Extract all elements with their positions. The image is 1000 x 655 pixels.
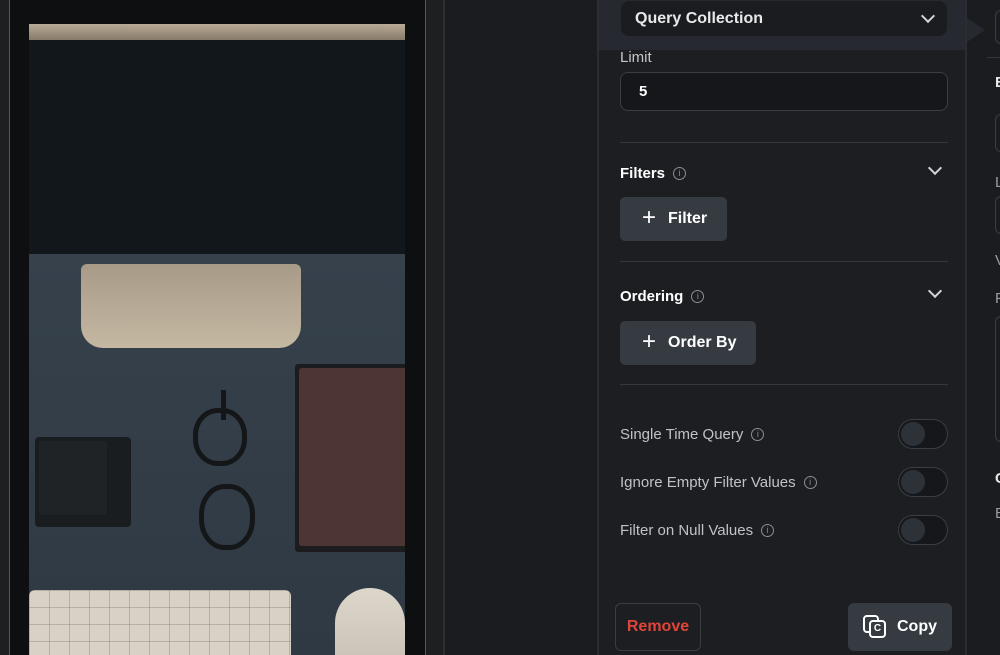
divider: [987, 57, 1000, 58]
copy-button[interactable]: C Copy: [848, 603, 952, 651]
plus-icon: +: [642, 328, 657, 355]
mouse: [335, 588, 405, 655]
info-icon[interactable]: i: [803, 475, 817, 489]
truncated-label: E: [995, 74, 1000, 91]
collapsed-field[interactable]: [995, 114, 1000, 152]
toggle-row-single-time-query: Single Time Query i: [620, 419, 948, 449]
ordering-title: Ordering: [620, 288, 684, 305]
monitor-edge: [29, 24, 405, 40]
toggle-label: Single Time Query: [620, 425, 744, 443]
truncated-label: L: [995, 174, 1000, 191]
filters-title: Filters: [620, 165, 666, 182]
toggle-knob: [901, 422, 925, 446]
collapsed-field[interactable]: [995, 196, 1000, 234]
single-time-query-toggle[interactable]: [898, 419, 948, 449]
divider: [620, 142, 948, 143]
truncated-label: C: [995, 470, 1000, 487]
panel-header: Query Collection: [599, 0, 965, 50]
remove-button[interactable]: Remove: [615, 603, 701, 651]
limit-input[interactable]: 5: [620, 72, 948, 111]
plus-icon: +: [642, 204, 657, 231]
truncated-label: V: [995, 252, 1000, 269]
info-icon[interactable]: i: [751, 427, 765, 441]
toggle-knob: [901, 518, 925, 542]
limit-label: Limit: [620, 49, 652, 66]
toggle-row-filter-on-null-values: Filter on Null Values i: [620, 515, 948, 545]
copy-icon: C: [863, 615, 887, 639]
filters-section-title[interactable]: Filters i: [620, 165, 687, 182]
truncated-label: E: [995, 505, 1000, 522]
right-side-panel: E L V P C E: [967, 0, 1000, 655]
spacer-area: [445, 0, 597, 655]
glasses: [187, 390, 259, 580]
monitor-screen: [29, 40, 405, 254]
chevron-down-icon[interactable]: [927, 283, 943, 299]
chevron-down-icon[interactable]: [927, 160, 943, 176]
monitor-stand: [81, 264, 301, 348]
truncated-label: P: [995, 290, 1000, 307]
add-order-by-button[interactable]: + Order By: [620, 321, 757, 365]
limit-value: 5: [639, 83, 648, 100]
info-icon[interactable]: i: [673, 167, 687, 180]
preview-image: [29, 24, 405, 655]
query-type-value: Query Collection: [635, 9, 764, 27]
query-properties-panel: Query Collection Limit 5 Filters i + Fil…: [597, 0, 967, 655]
pointer-arrow: [967, 18, 985, 42]
info-icon[interactable]: i: [761, 523, 775, 537]
ordering-section-title[interactable]: Ordering i: [620, 288, 705, 305]
app-root: Query Collection Limit 5 Filters i + Fil…: [0, 0, 1000, 655]
query-type-dropdown[interactable]: Query Collection: [621, 1, 947, 36]
speaker-cube: [35, 437, 131, 527]
toggle-label: Filter on Null Values: [620, 521, 754, 539]
chevron-down-icon: [920, 8, 936, 24]
ignore-empty-filter-values-toggle[interactable]: [898, 467, 948, 497]
add-filter-button[interactable]: + Filter: [620, 197, 728, 241]
toggle-knob: [901, 470, 925, 494]
divider: [620, 261, 948, 262]
divider: [620, 384, 948, 385]
copy-label: Copy: [897, 618, 937, 635]
keyboard: [29, 590, 291, 655]
collapsed-field[interactable]: [995, 10, 1000, 44]
filter-on-null-values-toggle[interactable]: [898, 515, 948, 545]
add-filter-label: Filter: [668, 210, 708, 227]
collapsed-field[interactable]: [995, 316, 1000, 442]
order-by-label: Order By: [668, 334, 737, 351]
notebook: [295, 364, 405, 552]
toggle-row-ignore-empty-filter-values: Ignore Empty Filter Values i: [620, 467, 948, 497]
toggle-label: Ignore Empty Filter Values: [620, 473, 796, 491]
info-icon[interactable]: i: [691, 290, 705, 303]
